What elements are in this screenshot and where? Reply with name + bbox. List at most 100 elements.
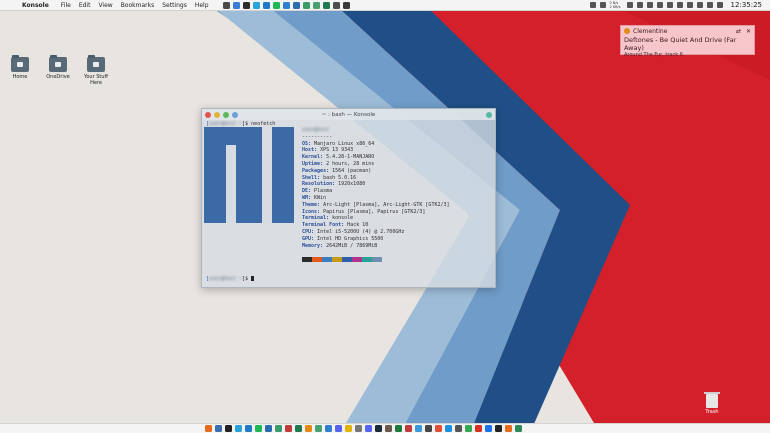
dock-inkscape-icon[interactable] [495,425,502,432]
system-info: user@host ---------- OS: Manjaro Linux x… [302,127,450,249]
media-play-icon[interactable] [636,2,643,8]
desktop-icon-home[interactable]: Home [3,55,37,80]
dock-editor-icon[interactable] [275,425,282,432]
dock-update-icon[interactable] [515,425,522,432]
info-value: 2 hours, 28 mins [323,160,375,167]
dock-files-icon[interactable] [215,425,222,432]
notifications-icon[interactable] [676,2,683,8]
dock-pdf-icon[interactable] [405,425,412,432]
palette-swatch [362,257,372,262]
settings-icon[interactable] [292,1,300,9]
desktop-icon-trash[interactable]: Trash [700,392,724,415]
menu-settings[interactable]: Settings [162,2,187,9]
info-value: Arc-Light [Plasma], Arc-Light-GTK [GTK2/… [320,201,450,208]
info-row: Kernel: 5.4.28-1-MANJARO [302,154,450,161]
window-titlebar[interactable]: ~ : bash — Konsole [202,109,495,120]
chat-icon[interactable] [312,1,320,9]
dock-settings-icon[interactable] [265,425,272,432]
dock-vscode-icon[interactable] [245,425,252,432]
terminal-icon[interactable] [242,1,250,9]
trash-label: Trash [705,409,719,415]
dock-git-icon[interactable] [435,425,442,432]
menu-file[interactable]: File [61,2,71,9]
folder-icon [87,55,105,72]
clock[interactable]: 12:35:25 [731,1,762,9]
tray-app-icon[interactable] [589,2,596,8]
steam-icon[interactable] [342,1,350,9]
pin-icon[interactable]: ⇄ [736,28,741,35]
telegram-icon[interactable] [252,1,260,9]
dock-photos-icon[interactable] [285,425,292,432]
dock-store-icon[interactable] [325,425,332,432]
updates-icon[interactable] [706,2,713,8]
dock-telegram-icon[interactable] [235,425,242,432]
konsole-window[interactable]: ~ : bash — Konsole [user@host ~]$ neofet… [201,108,496,288]
dock-mail-icon[interactable] [295,425,302,432]
dock-vm-icon[interactable] [335,425,342,432]
battery-icon[interactable] [686,2,693,8]
dock-chat-icon[interactable] [315,425,322,432]
spotify-icon[interactable] [272,1,280,9]
close-icon[interactable]: ✕ [746,28,751,35]
dock-music-icon[interactable] [305,425,312,432]
desktop-icon-your-stuff[interactable]: Your Stuff Here [79,55,113,86]
chevron-up-icon[interactable] [716,2,723,8]
desktop-icon-label: OneDrive [46,74,70,80]
chrome-icon[interactable] [232,1,240,9]
media-prev-icon[interactable] [626,2,633,8]
menu-bookmarks[interactable]: Bookmarks [121,2,155,9]
volume-icon[interactable] [666,2,673,8]
dock-steam-icon[interactable] [375,425,382,432]
menu-view[interactable]: View [98,2,112,9]
info-key: Icons: [302,208,321,215]
info-value: XPS 13 9343 [317,147,354,154]
info-row: Terminal Font: Hack 10 [302,222,450,229]
info-row: CPU: Intel i5-5200U (4) @ 2.700GHz [302,229,450,236]
clipboard-icon[interactable] [656,2,663,8]
dock-contacts-icon[interactable] [485,425,492,432]
desktop-icon-onedrive[interactable]: OneDrive [41,55,75,80]
info-row: Packages: 1564 (pacman) [302,168,450,175]
dock-gimp-icon[interactable] [385,425,392,432]
dock-office-icon[interactable] [395,425,402,432]
menu-help[interactable]: Help [195,2,209,9]
vscode-blue-icon[interactable] [282,1,290,9]
keep-above-button[interactable] [486,111,492,118]
dock-calc-icon[interactable] [355,425,362,432]
text-editor-icon[interactable] [302,1,310,9]
mail-icon[interactable] [322,1,330,9]
info-row: Theme: Arc-Light [Plasma], Arc-Light-GTK… [302,202,450,209]
dock-docker-icon[interactable] [445,425,452,432]
dock-firefox-icon[interactable] [205,425,212,432]
menu-edit[interactable]: Edit [79,2,91,9]
info-row: Uptime: 2 hours, 28 mins [302,161,450,168]
clementine-icon [624,28,630,34]
dock-camera-icon[interactable] [455,425,462,432]
dock-spotify-icon[interactable] [255,425,262,432]
notification-popup[interactable]: Clementine ⇄ ✕ Deftones - Be Quiet And D… [620,25,755,58]
active-app-name[interactable]: Konsole [22,2,49,9]
dock-clock-icon[interactable] [425,425,432,432]
dock-discord-icon[interactable] [365,425,372,432]
dock-video-icon[interactable] [505,425,512,432]
system-tray: 0 B/s 2 KB/s 12:35:25 [589,1,765,9]
dock-notes-icon[interactable] [345,425,352,432]
tray-bluetooth-icon[interactable] [599,2,606,8]
info-value: 1920x1080 [335,181,366,188]
dock-icons [205,425,522,432]
dock-calendar-icon[interactable] [475,425,482,432]
wifi-icon[interactable] [696,2,703,8]
dock-weather-icon[interactable] [415,425,422,432]
palette-swatch [372,257,382,262]
files-icon[interactable] [222,1,230,9]
dock-terminal-icon[interactable] [225,425,232,432]
back-icon[interactable] [332,1,340,9]
info-key: Theme: [302,201,321,208]
vscode-icon[interactable] [262,1,270,9]
info-key: Shell: [302,174,321,181]
info-value: 5.4.28-1-MANJARO [323,154,375,161]
palette-swatch [332,257,342,262]
info-value: Papirus [Plasma], Papirus [GTK2/3] [320,208,426,215]
media-next-icon[interactable] [646,2,653,8]
dock-maps-icon[interactable] [465,425,472,432]
